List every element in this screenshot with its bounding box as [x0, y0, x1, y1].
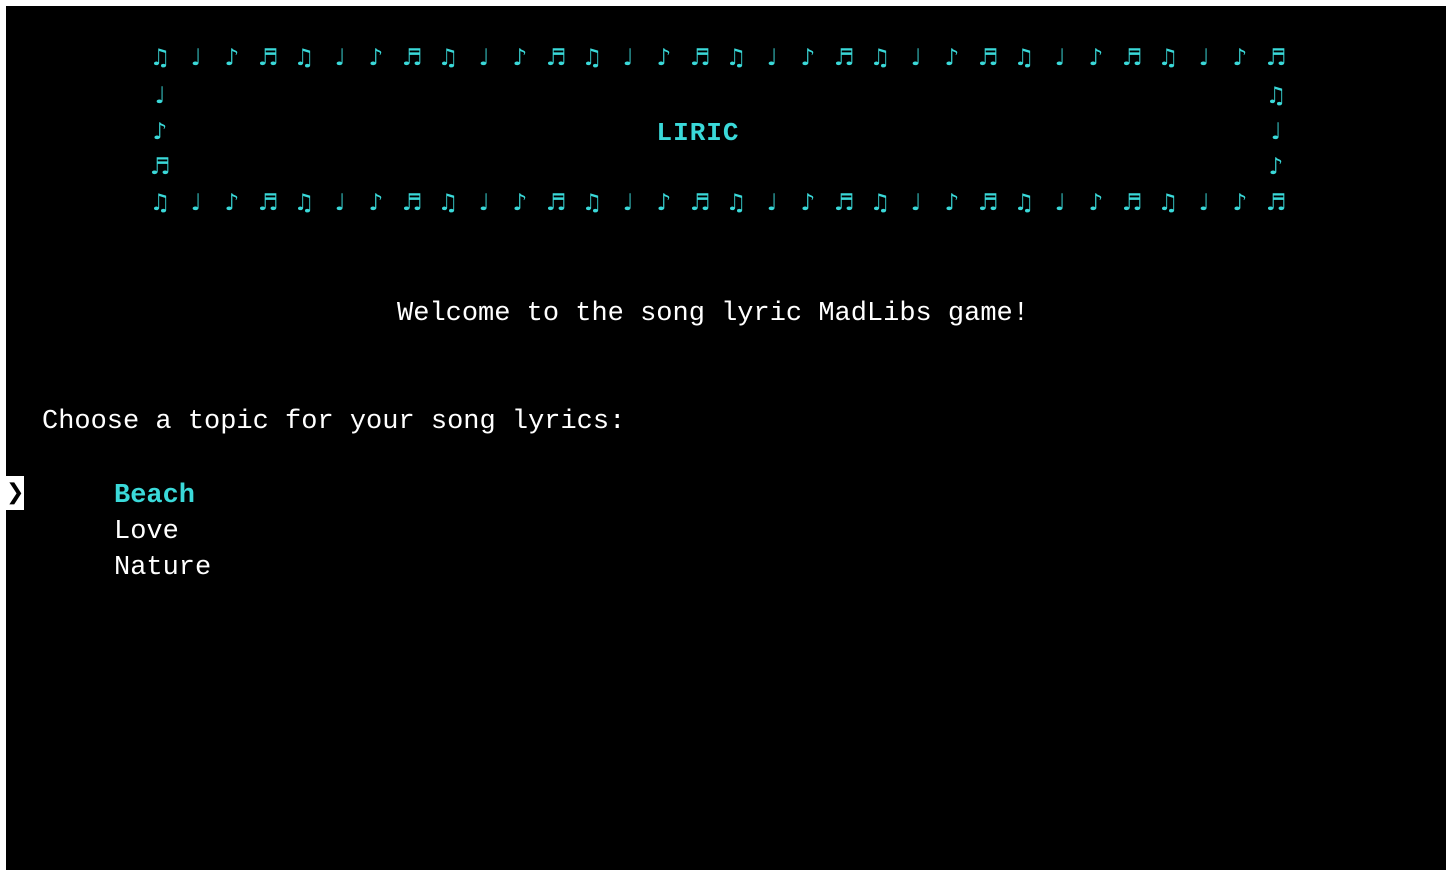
- music-note-icon: ♬: [689, 45, 711, 71]
- music-note-icon: ♩: [622, 190, 634, 216]
- topic-prompt: Choose a topic for your song lyrics:: [42, 407, 626, 437]
- music-note-icon: ♫: [293, 45, 315, 71]
- music-note-icon: ♫: [581, 190, 603, 216]
- banner-bottom-border: ♫ ♩ ♪ ♬ ♫ ♩ ♪ ♬ ♫ ♩ ♪ ♬ ♫ ♩ ♪ ♬ ♫ ♩ ♪ ♬ ♫ ♩ ♪ ♬ ♫ ♩ ♪ ♬ ♫ ♩ ♪ ♬: [148, 188, 1288, 218]
- music-note-icon: ♬: [1121, 45, 1143, 71]
- music-note-icon: ♪: [512, 190, 528, 216]
- selection-cursor-icon: ❯: [6, 476, 24, 510]
- music-note-icon: ♩: [190, 190, 202, 216]
- music-note-icon: ♫: [149, 45, 171, 71]
- music-note-icon: ♪: [1232, 190, 1248, 216]
- banner-left-note: ♩: [154, 83, 166, 109]
- app-title: LIRIC: [656, 118, 740, 148]
- music-note-icon: ♪: [656, 190, 672, 216]
- music-note-icon: ♫: [149, 190, 171, 216]
- music-note-icon: ♩: [766, 45, 778, 71]
- music-note-icon: ♫: [437, 190, 459, 216]
- music-note-icon: ♪: [368, 190, 384, 216]
- music-note-icon: ♬: [1265, 45, 1287, 71]
- topic-option-love[interactable]: Love: [114, 514, 211, 550]
- music-note-icon: ♬: [1265, 190, 1287, 216]
- music-note-icon: ♩: [478, 45, 490, 71]
- banner-right-note: ♪: [1268, 154, 1284, 180]
- music-note-icon: ♩: [334, 190, 346, 216]
- music-note-icon: ♪: [1232, 45, 1248, 71]
- banner-top-border: ♫ ♩ ♪ ♬ ♫ ♩ ♪ ♬ ♫ ♩ ♪ ♬ ♫ ♩ ♪ ♬ ♫ ♩ ♪ ♬ ♫ ♩ ♪ ♬ ♫ ♩ ♪ ♬ ♫ ♩ ♪ ♬: [148, 43, 1288, 73]
- banner-right-note: ♩: [1270, 119, 1282, 145]
- music-note-icon: ♪: [944, 190, 960, 216]
- music-note-icon: ♩: [1054, 45, 1066, 71]
- music-note-icon: ♫: [1013, 190, 1035, 216]
- music-note-icon: ♬: [833, 190, 855, 216]
- music-note-icon: ♬: [977, 190, 999, 216]
- music-note-icon: ♩: [1198, 190, 1210, 216]
- music-note-icon: ♪: [1088, 190, 1104, 216]
- music-note-icon: ♬: [833, 45, 855, 71]
- music-note-icon: ♬: [401, 45, 423, 71]
- music-note-icon: ♩: [766, 190, 778, 216]
- music-note-icon: ♪: [944, 45, 960, 71]
- music-note-icon: ♫: [869, 190, 891, 216]
- music-note-icon: ♩: [190, 45, 202, 71]
- topic-option-beach[interactable]: Beach: [114, 478, 211, 514]
- music-note-icon: ♩: [1054, 190, 1066, 216]
- music-note-icon: ♪: [224, 45, 240, 71]
- welcome-message: Welcome to the song lyric MadLibs game!: [397, 299, 1029, 329]
- music-note-icon: ♬: [545, 190, 567, 216]
- music-note-icon: ♫: [1157, 45, 1179, 71]
- music-note-icon: ♫: [1157, 190, 1179, 216]
- music-note-icon: ♩: [910, 190, 922, 216]
- music-note-icon: ♫: [1013, 45, 1035, 71]
- music-note-icon: ♬: [257, 190, 279, 216]
- music-note-icon: ♪: [800, 45, 816, 71]
- music-note-icon: ♪: [1088, 45, 1104, 71]
- music-note-icon: ♬: [689, 190, 711, 216]
- topic-options-list: Beach Love Nature: [114, 478, 211, 586]
- music-note-icon: ♬: [401, 190, 423, 216]
- music-note-icon: ♫: [725, 190, 747, 216]
- terminal-window: ♫ ♩ ♪ ♬ ♫ ♩ ♪ ♬ ♫ ♩ ♪ ♬ ♫ ♩ ♪ ♬ ♫ ♩ ♪ ♬ ♫ ♩ ♪ ♬ ♫ ♩ ♪ ♬ ♫ ♩ ♪ ♬ ♩ ♪ ♬ ♫…: [6, 6, 1446, 870]
- music-note-icon: ♪: [656, 45, 672, 71]
- music-note-icon: ♫: [581, 45, 603, 71]
- music-note-icon: ♪: [224, 190, 240, 216]
- music-note-icon: ♩: [478, 190, 490, 216]
- music-note-icon: ♬: [257, 45, 279, 71]
- music-note-icon: ♩: [334, 45, 346, 71]
- music-note-icon: ♩: [1198, 45, 1210, 71]
- music-note-icon: ♩: [910, 45, 922, 71]
- music-note-icon: ♫: [869, 45, 891, 71]
- banner-right-note: ♫: [1265, 83, 1287, 109]
- music-note-icon: ♪: [512, 45, 528, 71]
- music-note-icon: ♫: [437, 45, 459, 71]
- banner-left-note: ♬: [149, 154, 171, 180]
- music-note-icon: ♫: [293, 190, 315, 216]
- topic-option-nature[interactable]: Nature: [114, 550, 211, 586]
- music-note-icon: ♫: [725, 45, 747, 71]
- music-note-icon: ♪: [800, 190, 816, 216]
- music-note-icon: ♩: [622, 45, 634, 71]
- music-note-icon: ♬: [545, 45, 567, 71]
- music-note-icon: ♬: [977, 45, 999, 71]
- music-note-icon: ♪: [368, 45, 384, 71]
- music-note-icon: ♬: [1121, 190, 1143, 216]
